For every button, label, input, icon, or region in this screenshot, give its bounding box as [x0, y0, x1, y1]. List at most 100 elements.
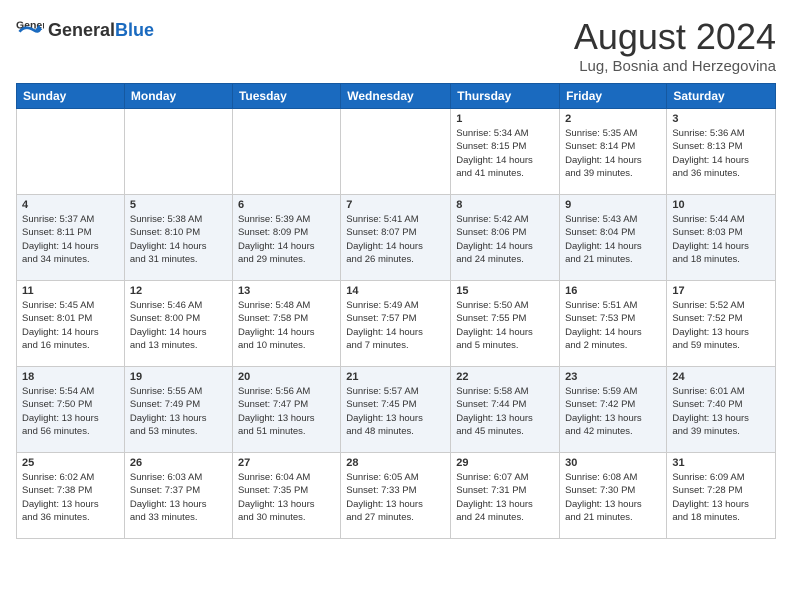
calendar-cell: 17 Sunrise: 5:52 AM Sunset: 7:52 PM Dayli… [667, 281, 776, 367]
day-content: Sunrise: 5:58 AM Sunset: 7:44 PM Dayligh… [456, 385, 554, 438]
day-content: Sunrise: 5:49 AM Sunset: 7:57 PM Dayligh… [346, 299, 445, 352]
calendar-cell: 7 Sunrise: 5:41 AM Sunset: 8:07 PM Daylig… [341, 195, 451, 281]
day-of-week-header: Saturday [667, 84, 776, 109]
calendar-cell [17, 109, 125, 195]
day-content: Sunrise: 5:42 AM Sunset: 8:06 PM Dayligh… [456, 213, 554, 266]
day-number: 7 [346, 199, 445, 211]
day-content: Sunrise: 5:46 AM Sunset: 8:00 PM Dayligh… [130, 299, 227, 352]
day-content: Sunrise: 5:44 AM Sunset: 8:03 PM Dayligh… [672, 213, 770, 266]
calendar-cell: 5Sunrise: 5:38 AM Sunset: 8:10 PM Daylig… [124, 195, 232, 281]
calendar-cell: 14 Sunrise: 5:49 AM Sunset: 7:57 PM Dayli… [341, 281, 451, 367]
day-of-week-header: Monday [124, 84, 232, 109]
day-content: Sunrise: 5:37 AM Sunset: 8:11 PM Dayligh… [22, 213, 119, 266]
day-number: 15 [456, 285, 554, 297]
calendar-table: SundayMondayTuesdayWednesdayThursdayFrid… [16, 83, 776, 539]
calendar-cell: 15 Sunrise: 5:50 AM Sunset: 7:55 PM Dayli… [451, 281, 560, 367]
day-number: 26 [130, 457, 227, 469]
day-number: 29 [456, 457, 554, 469]
day-number: 28 [346, 457, 445, 469]
day-number: 25 [22, 457, 119, 469]
calendar-cell: 31 Sunrise: 6:09 AM Sunset: 7:28 PM Dayli… [667, 453, 776, 539]
calendar-week-row: 4 Sunrise: 5:37 AM Sunset: 8:11 PM Daylig… [17, 195, 776, 281]
day-of-week-header: Tuesday [232, 84, 340, 109]
day-number: 6 [238, 199, 335, 211]
calendar-cell: 21 Sunrise: 5:57 AM Sunset: 7:45 PM Dayli… [341, 367, 451, 453]
calendar-cell: 18 Sunrise: 5:54 AM Sunset: 7:50 PM Dayli… [17, 367, 125, 453]
calendar-cell: 9Sunrise: 5:43 AM Sunset: 8:04 PM Daylig… [560, 195, 667, 281]
day-content: Sunrise: 6:04 AM Sunset: 7:35 PM Dayligh… [238, 471, 335, 524]
calendar-cell: 28Sunrise: 6:05 AM Sunset: 7:33 PM Dayli… [341, 453, 451, 539]
day-content: Sunrise: 5:52 AM Sunset: 7:52 PM Dayligh… [672, 299, 770, 352]
day-content: Sunrise: 5:59 AM Sunset: 7:42 PM Dayligh… [565, 385, 661, 438]
calendar-cell: 8Sunrise: 5:42 AM Sunset: 8:06 PM Daylig… [451, 195, 560, 281]
calendar-cell [124, 109, 232, 195]
calendar-cell: 1Sunrise: 5:34 AM Sunset: 8:15 PM Daylig… [451, 109, 560, 195]
calendar-cell: 26Sunrise: 6:03 AM Sunset: 7:37 PM Dayli… [124, 453, 232, 539]
location: Lug, Bosnia and Herzegovina [574, 58, 776, 75]
day-number: 24 [672, 371, 770, 383]
logo-blue: Blue [115, 20, 154, 40]
day-content: Sunrise: 5:51 AM Sunset: 7:53 PM Dayligh… [565, 299, 661, 352]
calendar-cell [341, 109, 451, 195]
day-content: Sunrise: 6:09 AM Sunset: 7:28 PM Dayligh… [672, 471, 770, 524]
calendar-cell: 22 Sunrise: 5:58 AM Sunset: 7:44 PM Dayli… [451, 367, 560, 453]
day-of-week-header: Thursday [451, 84, 560, 109]
calendar-cell: 16 Sunrise: 5:51 AM Sunset: 7:53 PM Dayli… [560, 281, 667, 367]
calendar-week-row: 11 Sunrise: 5:45 AM Sunset: 8:01 PM Dayli… [17, 281, 776, 367]
day-number: 16 [565, 285, 661, 297]
calendar-cell: 6 Sunrise: 5:39 AM Sunset: 8:09 PM Daylig… [232, 195, 340, 281]
day-number: 1 [456, 113, 554, 125]
day-of-week-header: Friday [560, 84, 667, 109]
calendar-cell: 12 Sunrise: 5:46 AM Sunset: 8:00 PM Dayli… [124, 281, 232, 367]
calendar-cell: 13 Sunrise: 5:48 AM Sunset: 7:58 PM Dayli… [232, 281, 340, 367]
day-content: Sunrise: 5:55 AM Sunset: 7:49 PM Dayligh… [130, 385, 227, 438]
calendar-cell: 30 Sunrise: 6:08 AM Sunset: 7:30 PM Dayli… [560, 453, 667, 539]
day-number: 9 [565, 199, 661, 211]
calendar-cell [232, 109, 340, 195]
calendar-week-row: 1Sunrise: 5:34 AM Sunset: 8:15 PM Daylig… [17, 109, 776, 195]
logo-general: General [48, 20, 115, 40]
day-number: 20 [238, 371, 335, 383]
day-number: 4 [22, 199, 119, 211]
day-number: 17 [672, 285, 770, 297]
day-number: 21 [346, 371, 445, 383]
day-content: Sunrise: 5:50 AM Sunset: 7:55 PM Dayligh… [456, 299, 554, 352]
day-content: Sunrise: 6:02 AM Sunset: 7:38 PM Dayligh… [22, 471, 119, 524]
day-number: 14 [346, 285, 445, 297]
calendar-body: 1Sunrise: 5:34 AM Sunset: 8:15 PM Daylig… [17, 109, 776, 539]
day-number: 12 [130, 285, 227, 297]
day-number: 31 [672, 457, 770, 469]
calendar-cell: 11 Sunrise: 5:45 AM Sunset: 8:01 PM Dayli… [17, 281, 125, 367]
calendar-cell: 24 Sunrise: 6:01 AM Sunset: 7:40 PM Dayli… [667, 367, 776, 453]
day-content: Sunrise: 5:57 AM Sunset: 7:45 PM Dayligh… [346, 385, 445, 438]
day-content: Sunrise: 5:56 AM Sunset: 7:47 PM Dayligh… [238, 385, 335, 438]
day-content: Sunrise: 5:39 AM Sunset: 8:09 PM Dayligh… [238, 213, 335, 266]
day-content: Sunrise: 6:07 AM Sunset: 7:31 PM Dayligh… [456, 471, 554, 524]
calendar-week-row: 25 Sunrise: 6:02 AM Sunset: 7:38 PM Dayli… [17, 453, 776, 539]
day-number: 13 [238, 285, 335, 297]
day-content: Sunrise: 6:08 AM Sunset: 7:30 PM Dayligh… [565, 471, 661, 524]
day-number: 22 [456, 371, 554, 383]
day-number: 11 [22, 285, 119, 297]
calendar-cell: 20 Sunrise: 5:56 AM Sunset: 7:47 PM Dayli… [232, 367, 340, 453]
month-year: August 2024 [574, 16, 776, 58]
day-content: Sunrise: 5:48 AM Sunset: 7:58 PM Dayligh… [238, 299, 335, 352]
day-content: Sunrise: 5:54 AM Sunset: 7:50 PM Dayligh… [22, 385, 119, 438]
day-content: Sunrise: 5:45 AM Sunset: 8:01 PM Dayligh… [22, 299, 119, 352]
day-of-week-header: Wednesday [341, 84, 451, 109]
logo-icon: General [16, 16, 44, 44]
day-number: 30 [565, 457, 661, 469]
calendar-week-row: 18 Sunrise: 5:54 AM Sunset: 7:50 PM Dayli… [17, 367, 776, 453]
calendar-cell: 4 Sunrise: 5:37 AM Sunset: 8:11 PM Daylig… [17, 195, 125, 281]
calendar-header: SundayMondayTuesdayWednesdayThursdayFrid… [17, 84, 776, 109]
day-number: 10 [672, 199, 770, 211]
calendar-cell: 2Sunrise: 5:35 AM Sunset: 8:14 PM Daylig… [560, 109, 667, 195]
day-content: Sunrise: 5:41 AM Sunset: 8:07 PM Dayligh… [346, 213, 445, 266]
day-content: Sunrise: 6:01 AM Sunset: 7:40 PM Dayligh… [672, 385, 770, 438]
day-content: Sunrise: 5:38 AM Sunset: 8:10 PM Dayligh… [130, 213, 227, 266]
day-number: 19 [130, 371, 227, 383]
page-header: General GeneralBlue August 2024 Lug, Bos… [16, 16, 776, 75]
calendar-cell: 25 Sunrise: 6:02 AM Sunset: 7:38 PM Dayli… [17, 453, 125, 539]
day-number: 18 [22, 371, 119, 383]
logo: General GeneralBlue [16, 16, 154, 44]
